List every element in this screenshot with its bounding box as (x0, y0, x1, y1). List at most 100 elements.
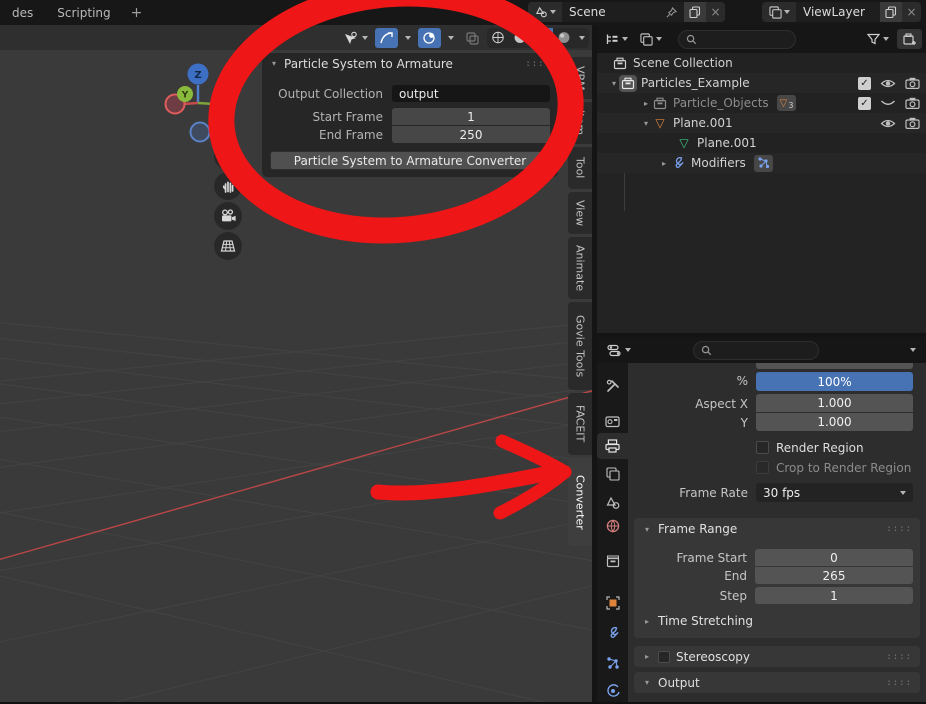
scene-copy-button[interactable] (684, 2, 706, 22)
expand-closed-icon[interactable]: ▸ (659, 159, 669, 168)
tab-render[interactable] (597, 408, 628, 434)
workspace-tab-scripting[interactable]: Scripting (45, 0, 122, 25)
exclude-checkbox[interactable]: ✓ (858, 77, 871, 90)
sidebar-tab-view[interactable]: View (568, 192, 592, 234)
outliner-display-mode-dropdown[interactable] (601, 29, 632, 49)
panel-header[interactable]: ▾ Particle System to Armature :::: (262, 53, 558, 74)
outliner-row-modifiers[interactable]: ▸ Modifiers (597, 153, 926, 173)
workspace-tab-partial[interactable]: des (0, 0, 45, 25)
scene-unlink-button[interactable]: × (706, 2, 725, 22)
navigation-gizmo[interactable]: Z Y X (163, 63, 241, 151)
drag-grip-icon[interactable]: :::: (886, 678, 912, 688)
pin-icon[interactable] (666, 7, 677, 18)
shading-rendered-button[interactable] (553, 28, 575, 48)
expand-icon[interactable]: ▾ (269, 59, 279, 68)
crop-region-checkbox[interactable] (756, 461, 769, 474)
drag-grip-icon[interactable]: :::: (886, 524, 912, 534)
output-header[interactable]: ▾ Output :::: (634, 672, 920, 693)
eye-closed-icon[interactable] (880, 98, 896, 109)
tab-view-layer[interactable] (597, 461, 628, 487)
viewlayer-name-field[interactable]: ViewLayer (796, 2, 880, 22)
gizmo-neg-z-axis[interactable] (191, 123, 210, 142)
sidebar-tab-govie-tools[interactable]: Govie Tools (568, 302, 592, 390)
properties-editor-type-dropdown[interactable] (603, 340, 635, 360)
render-region-checkbox[interactable] (756, 441, 769, 454)
scene-name-field[interactable]: Scene (562, 2, 684, 22)
tab-modifiers[interactable] (597, 620, 628, 646)
frame-end-input[interactable]: 265 (755, 567, 913, 584)
camera-view-button[interactable] (214, 202, 242, 230)
sidebar-tab-item[interactable]: Item (568, 102, 592, 144)
expand-open-icon[interactable]: ▾ (641, 119, 651, 128)
properties-options-dropdown[interactable] (906, 340, 920, 360)
drag-grip-icon[interactable]: :::: (886, 652, 912, 662)
show-overlays-dropdown[interactable] (401, 28, 415, 48)
gizmo-dropdown[interactable] (444, 28, 458, 48)
expand-open-icon[interactable]: ▾ (642, 678, 652, 687)
aspect-x-input[interactable]: 1.000 (756, 394, 913, 412)
outliner-row-plane-meshdata[interactable]: ▽ Plane.001 (597, 133, 926, 153)
show-gizmos-dropdown[interactable] (339, 28, 372, 48)
gizmo-toggle[interactable] (418, 28, 441, 48)
outliner-search-input[interactable] (678, 30, 796, 49)
tab-physics[interactable] (597, 678, 628, 704)
pan-button[interactable] (214, 172, 242, 200)
camera-restrict-icon[interactable] (905, 117, 920, 129)
outliner-row-scene-collection[interactable]: Scene Collection (597, 53, 926, 73)
time-stretching-header[interactable]: ▸ Time Stretching (642, 610, 753, 632)
sidebar-tab-tool[interactable]: Tool (568, 147, 592, 189)
outliner-row-particle-objects[interactable]: ▸ Particle_Objects ▽ 3 ✓ (597, 93, 926, 113)
sidebar-tab-faceit[interactable]: FACEIT (568, 393, 592, 455)
expand-closed-icon[interactable]: ▸ (641, 99, 651, 108)
eye-icon[interactable] (880, 78, 896, 89)
viewlayer-remove-button[interactable]: × (902, 2, 921, 22)
perspective-toggle-button[interactable] (214, 232, 242, 260)
expand-open-icon[interactable]: ▾ (642, 525, 652, 534)
tab-tool[interactable] (597, 373, 628, 399)
properties-search-input[interactable] (693, 341, 819, 360)
convert-button[interactable]: Particle System to Armature Converter (270, 151, 550, 170)
expand-open-icon[interactable]: ▾ (609, 79, 619, 88)
show-overlays-toggle[interactable] (375, 28, 398, 48)
drag-grip-icon[interactable]: :::: (525, 59, 551, 69)
xray-toggle[interactable] (461, 28, 484, 48)
output-collection-input[interactable]: output (392, 85, 550, 102)
viewlayer-copy-button[interactable] (880, 2, 902, 22)
shading-solid-button[interactable] (509, 28, 531, 48)
shading-material-button[interactable] (531, 28, 553, 48)
viewlayer-icon-button[interactable] (762, 2, 796, 22)
end-frame-input[interactable]: 250 (392, 126, 550, 143)
new-collection-button[interactable] (897, 29, 922, 49)
scene-icon-button[interactable] (528, 2, 562, 22)
clipped-field[interactable] (756, 363, 913, 369)
frame-start-input[interactable]: 0 (755, 549, 913, 566)
add-workspace-button[interactable]: + (123, 5, 151, 21)
shading-dropdown[interactable] (575, 28, 589, 48)
exclude-checkbox[interactable]: ✓ (858, 97, 871, 110)
eye-icon[interactable] (880, 118, 896, 129)
frame-step-input[interactable]: 1 (755, 587, 913, 604)
tab-object[interactable] (597, 590, 628, 616)
sidebar-tab-vrm[interactable]: VRM (568, 57, 592, 99)
tab-world[interactable] (597, 513, 628, 539)
resolution-percent-slider[interactable]: 100% (756, 372, 913, 391)
outliner-filter-dropdown[interactable] (863, 29, 893, 49)
frame-range-header[interactable]: ▾ Frame Range :::: (634, 518, 920, 540)
stereoscopy-checkbox[interactable] (658, 651, 670, 663)
viewport-3d[interactable]: Z Y X (0, 50, 592, 702)
shading-wireframe-button[interactable] (487, 28, 509, 48)
expand-closed-icon[interactable]: ▸ (642, 652, 652, 661)
outliner-row-plane-object[interactable]: ▾ ▽ Plane.001 (597, 113, 926, 133)
zoom-button[interactable] (214, 142, 242, 170)
aspect-y-input[interactable]: 1.000 (756, 413, 913, 431)
outliner-row-particles-example[interactable]: ▾ Particles_Example ✓ (597, 73, 926, 93)
sidebar-tab-animate[interactable]: Animate (568, 237, 592, 299)
camera-restrict-icon[interactable] (905, 77, 920, 89)
outliner-filter-id-dropdown[interactable] (636, 29, 666, 49)
stereoscopy-header[interactable]: ▸ Stereoscopy :::: (634, 646, 920, 667)
tab-collection[interactable] (597, 548, 628, 574)
frame-rate-dropdown[interactable]: 30 fps (756, 483, 913, 502)
start-frame-input[interactable]: 1 (392, 108, 550, 125)
sidebar-tab-converter[interactable]: Converter (568, 458, 592, 546)
camera-restrict-icon[interactable] (905, 97, 920, 109)
